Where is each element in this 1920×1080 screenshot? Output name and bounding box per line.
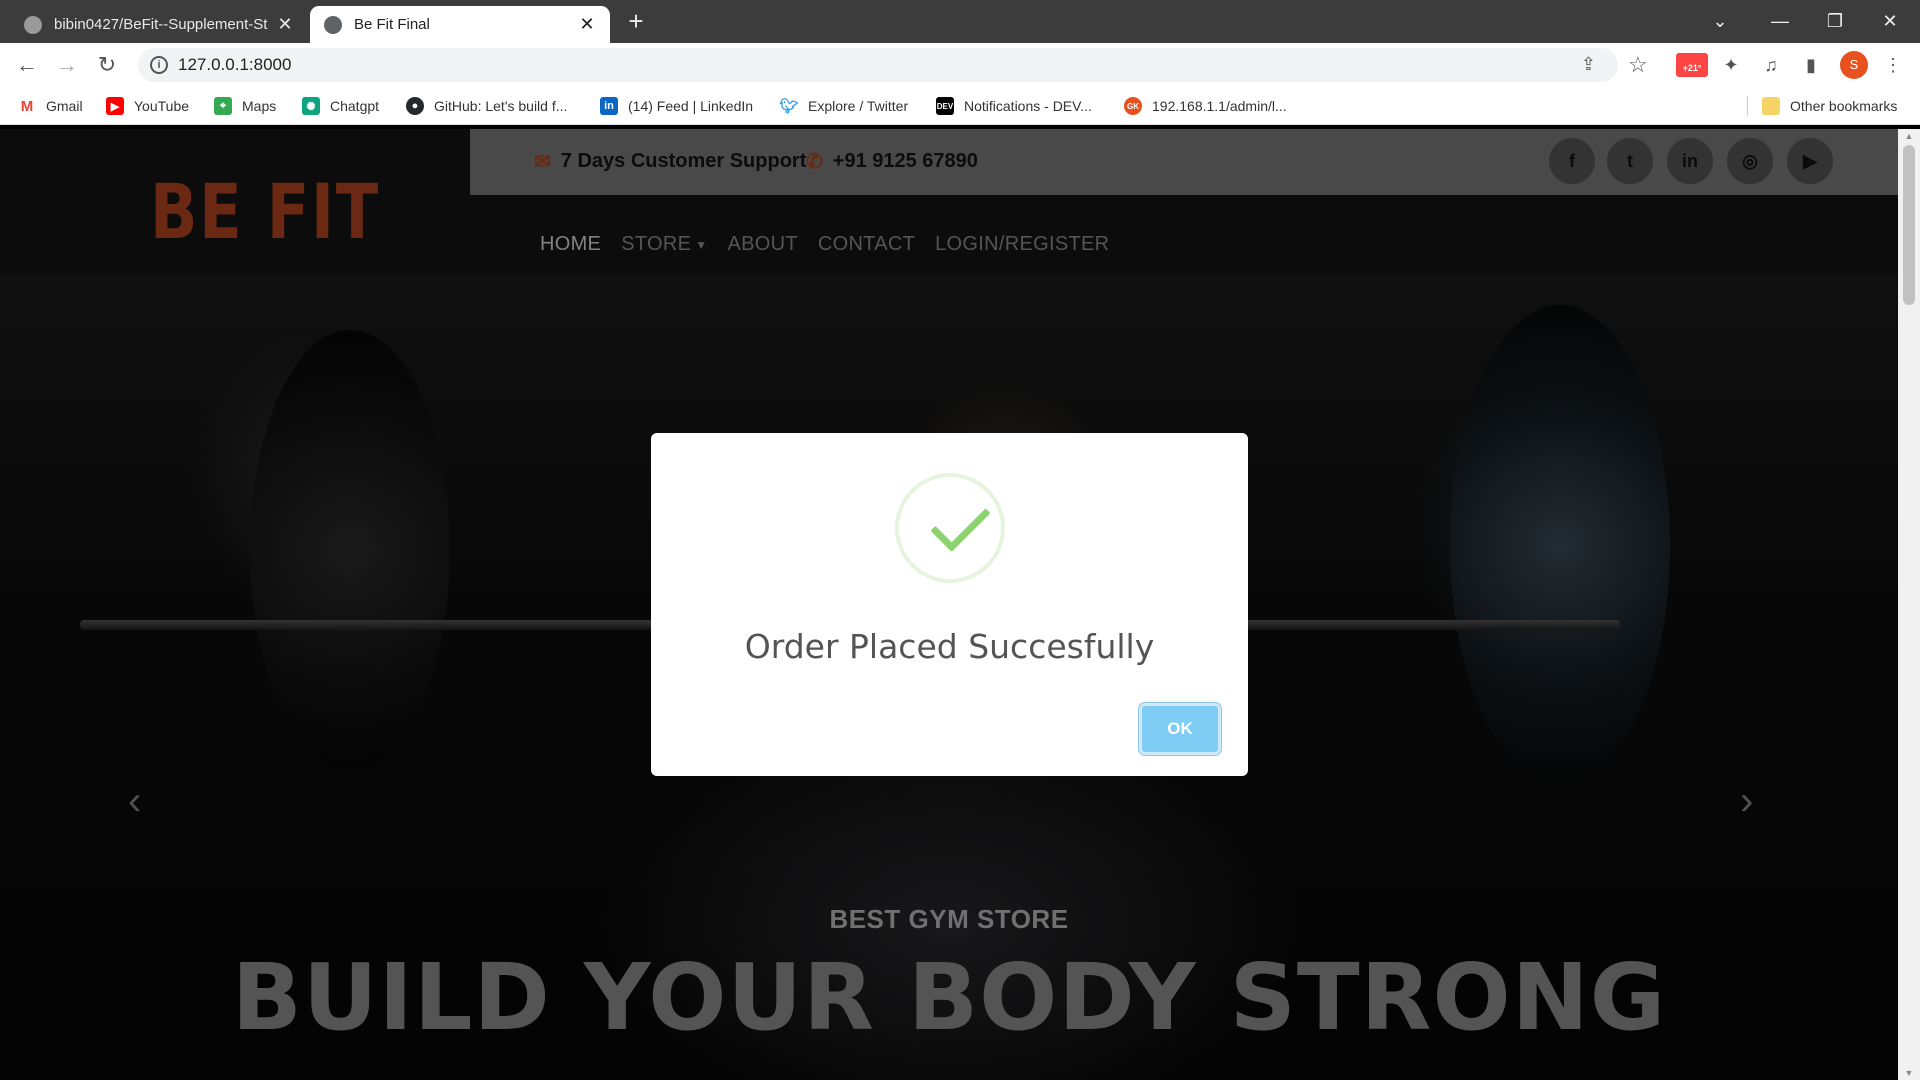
- bookmark-twitter[interactable]: 🐦︎ Explore / Twitter: [779, 96, 908, 116]
- bookmark-github[interactable]: ● GitHub: Let's build f...: [406, 96, 567, 116]
- scroll-up-icon[interactable]: ▲: [1898, 131, 1920, 141]
- url-text[interactable]: 127.0.0.1:8000: [178, 55, 291, 75]
- bookmarks-bar: M Gmail ▶ YouTube ⌖ Maps ✺ Chatgpt ● GitHub: …: [0, 87, 1920, 125]
- folder-icon: [1762, 97, 1780, 115]
- reload-icon[interactable]: ↻: [94, 52, 120, 78]
- forward-icon[interactable]: →: [54, 52, 80, 78]
- tab-title: Be Fit Final: [354, 16, 430, 33]
- dev-icon: DEV: [936, 97, 954, 115]
- gmail-icon: M: [18, 97, 36, 115]
- bookmark-linkedin[interactable]: in (14) Feed | LinkedIn: [600, 96, 753, 116]
- youtube-icon: ▶: [106, 97, 124, 115]
- bookmark-star-icon[interactable]: ☆: [1628, 52, 1648, 78]
- close-icon[interactable]: ✕: [276, 14, 294, 35]
- twitter-icon: 🐦︎: [779, 97, 799, 115]
- bookmark-dev[interactable]: DEV Notifications - DEV...: [936, 96, 1092, 116]
- scrollbar-thumb[interactable]: [1903, 145, 1915, 305]
- close-icon[interactable]: ✕: [578, 14, 596, 35]
- weather-extension-icon[interactable]: +21°: [1676, 53, 1708, 77]
- modal-title: Order Placed Succesfully: [744, 627, 1155, 666]
- restore-icon[interactable]: ❐: [1805, 0, 1865, 43]
- globe-icon: [324, 15, 342, 34]
- maps-icon: ⌖: [214, 97, 232, 115]
- bookmark-gmail[interactable]: M Gmail: [18, 96, 83, 116]
- back-icon[interactable]: ←: [14, 52, 40, 78]
- side-panel-icon[interactable]: ▮: [1798, 52, 1824, 78]
- share-icon[interactable]: ⇪: [1581, 54, 1596, 75]
- chatgpt-icon: ✺: [302, 97, 320, 115]
- tab-search-icon[interactable]: ⌄: [1690, 0, 1750, 43]
- linkedin-icon: in: [600, 97, 618, 115]
- window-close-icon[interactable]: ✕: [1860, 0, 1920, 43]
- success-check-icon: [895, 473, 1005, 583]
- new-tab-button[interactable]: +: [622, 8, 650, 34]
- bookmark-router[interactable]: GK 192.168.1.1/admin/l...: [1124, 96, 1287, 116]
- media-icon[interactable]: ♫: [1758, 52, 1784, 78]
- page-viewport: BE FIT ✉ 7 Days Customer Support ✆ +91 9…: [0, 129, 1898, 1080]
- site-info-icon[interactable]: i: [150, 56, 168, 74]
- router-icon: GK: [1124, 97, 1142, 115]
- ok-button[interactable]: OK: [1139, 703, 1221, 755]
- tab-title: bibin0427/BeFit--Supplement-St: [54, 16, 268, 33]
- tab-be-fit[interactable]: Be Fit Final ✕: [310, 6, 610, 43]
- address-bar[interactable]: i 127.0.0.1:8000 ⇪: [138, 48, 1618, 82]
- checkmark-icon: [930, 491, 991, 553]
- browser-tabstrip: bibin0427/BeFit--Supplement-St ✕ Be Fit …: [0, 0, 1920, 43]
- github-icon: [24, 15, 42, 34]
- page-scrollbar[interactable]: ▲ ▼: [1898, 129, 1920, 1080]
- browser-toolbar: ← → ↻ i 127.0.0.1:8000 ⇪ ☆ +21° ✦ ♫ ▮ S …: [0, 43, 1920, 87]
- bookmark-maps[interactable]: ⌖ Maps: [214, 96, 276, 116]
- bookmarks-divider: [1747, 96, 1748, 116]
- minimize-icon[interactable]: —: [1750, 0, 1810, 43]
- github-icon: ●: [406, 97, 424, 115]
- bookmark-youtube[interactable]: ▶ YouTube: [106, 96, 189, 116]
- profile-avatar[interactable]: S: [1840, 51, 1868, 79]
- extensions-icon[interactable]: ✦: [1718, 52, 1744, 78]
- bookmark-chatgpt[interactable]: ✺ Chatgpt: [302, 96, 379, 116]
- scroll-down-icon[interactable]: ▼: [1898, 1068, 1920, 1078]
- tab-github[interactable]: bibin0427/BeFit--Supplement-St ✕: [10, 6, 308, 43]
- success-modal: Order Placed Succesfully OK: [651, 433, 1248, 776]
- other-bookmarks[interactable]: Other bookmarks: [1762, 96, 1897, 116]
- menu-icon[interactable]: ⋮: [1880, 52, 1906, 78]
